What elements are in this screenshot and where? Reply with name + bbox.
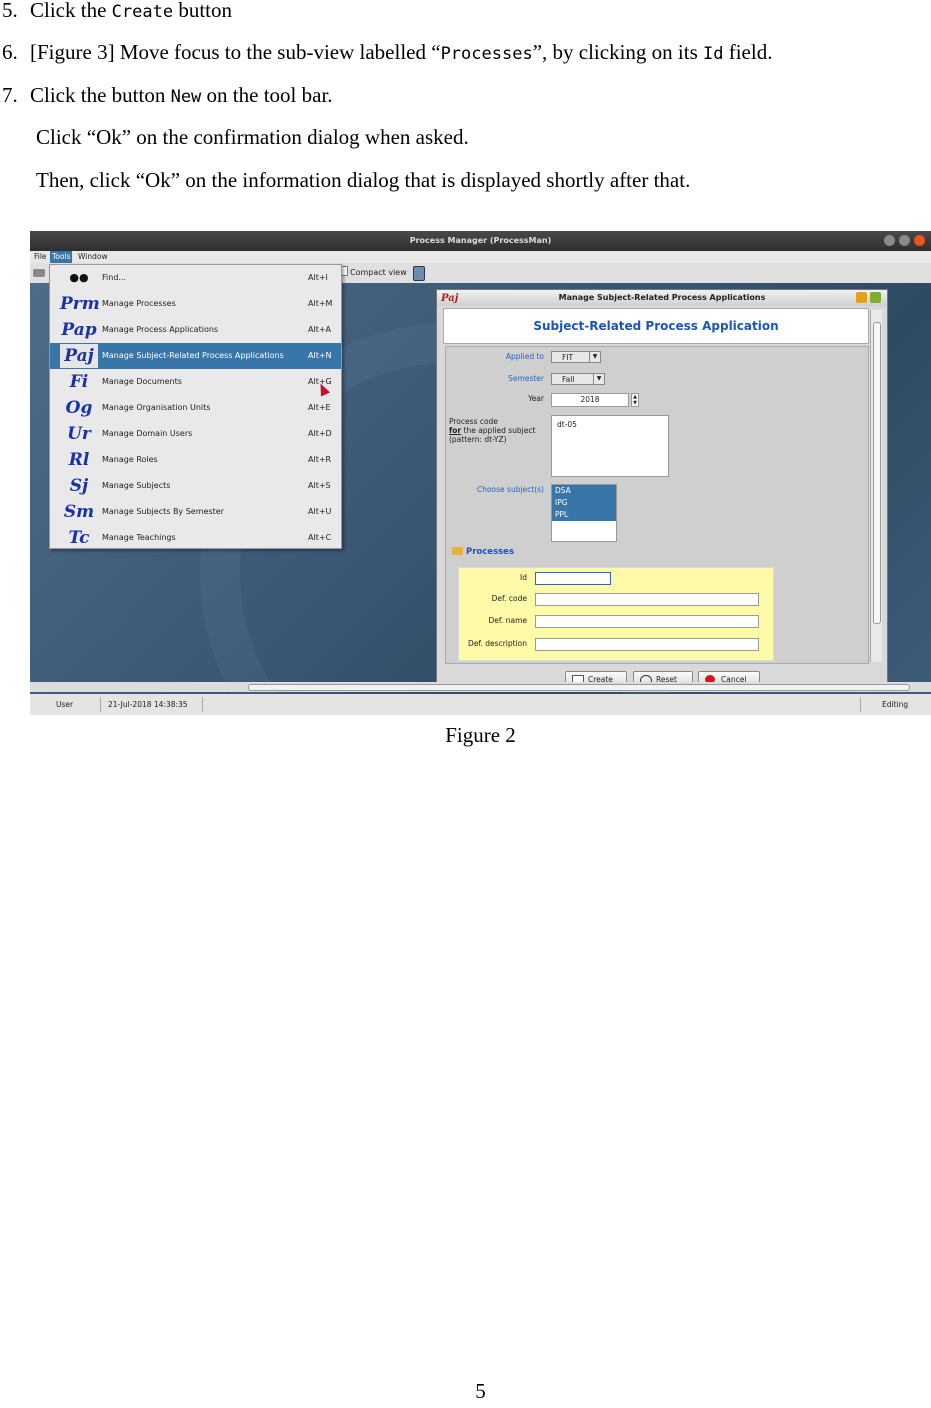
fi-icon: Fi	[69, 372, 89, 392]
def-code-label: Def. code	[491, 594, 527, 603]
figure-caption: Figure 2	[445, 723, 516, 747]
compact-view-toggle[interactable]: Compact view	[338, 266, 407, 280]
ur-icon: Ur	[67, 424, 91, 444]
status-bar: User 21-Jul-2018 14:38:35 Editing	[30, 694, 931, 715]
year-field[interactable]: 2018	[551, 393, 629, 407]
window-titlebar: Process Manager (ProcessMan)	[30, 231, 931, 251]
status-mode: Editing	[882, 700, 909, 709]
dialog-manage-subject-related-process-applications: Paj Manage Subject-Related Process Appli…	[436, 289, 888, 691]
dialog-title: Manage Subject-Related Process Applicati…	[558, 293, 766, 302]
menu-item-manage-documents[interactable]: Fi Manage Documents Alt+G	[50, 369, 341, 395]
menu-item-manage-subjects[interactable]: Sj Manage Subjects Alt+S	[50, 473, 341, 499]
def-description-field[interactable]	[535, 638, 759, 651]
form-heading: Subject-Related Process Application	[443, 308, 869, 344]
sj-icon: Sj	[69, 476, 89, 496]
paj-icon: Paj	[60, 344, 98, 368]
process-code-textarea[interactable]: dt-05	[551, 415, 669, 477]
menu-item-manage-organisation-units[interactable]: Og Manage Organisation Units Alt+E	[50, 395, 341, 421]
menu-item-manage-subject-related-process-applications[interactable]: Paj Manage Subject-Related Process Appli…	[50, 343, 341, 369]
notebook-icon[interactable]	[413, 266, 425, 281]
list-item[interactable]: IPG	[552, 497, 616, 509]
minimize-icon[interactable]	[884, 235, 895, 246]
def-code-field[interactable]	[535, 593, 759, 606]
status-user: User	[56, 700, 74, 709]
sm-icon: Sm	[63, 502, 95, 522]
id-field[interactable]	[535, 572, 611, 585]
pap-icon: Pap	[61, 320, 97, 340]
code-new: New	[170, 87, 202, 107]
def-description-label: Def. description	[468, 639, 527, 648]
tools-dropdown-menu: ●● Find... Alt+I Prm Manage Processes Al…	[49, 264, 342, 549]
screenshot-figure: Process Manager (ProcessMan) File Tools …	[30, 231, 931, 715]
window-title: Process Manager (ProcessMan)	[409, 236, 552, 245]
dialog-logo-icon: Paj	[441, 293, 459, 304]
choose-subjects-label: Choose subject(s)	[476, 485, 544, 494]
menu-item-manage-domain-users[interactable]: Ur Manage Domain Users Alt+D	[50, 421, 341, 447]
def-name-label: Def. name	[488, 616, 527, 625]
status-datetime: 21-Jul-2018 14:38:35	[108, 700, 188, 709]
menu-file[interactable]: File	[32, 251, 49, 263]
status-divider	[100, 697, 101, 712]
menu-window[interactable]: Window	[76, 251, 110, 263]
subjects-list[interactable]: DSA IPG PPL	[551, 484, 617, 542]
close-icon[interactable]	[914, 235, 925, 246]
menu-item-manage-process-applications[interactable]: Pap Manage Process Applications Alt+A	[50, 317, 341, 343]
list-item[interactable]: PPL	[552, 509, 616, 521]
step-text: Click the Create button	[30, 0, 232, 22]
def-name-field[interactable]	[535, 615, 759, 628]
page-number: 5	[475, 1379, 486, 1403]
dialog-minimize-icon[interactable]	[856, 292, 867, 303]
applied-to-select[interactable]: FIT ▼	[551, 351, 601, 363]
code-processes: Processes	[440, 44, 533, 64]
processes-subview-title[interactable]: Processes	[452, 547, 514, 557]
step-text: Click the button New on the tool bar.	[30, 83, 333, 107]
step-text: [Figure 3] Move focus to the sub-view la…	[30, 40, 773, 64]
horizontal-scrollbar[interactable]	[30, 682, 931, 692]
menu-item-manage-teachings[interactable]: Tc Manage Teachings Alt+C	[50, 525, 341, 551]
folder-icon	[452, 547, 463, 555]
tc-icon: Tc	[68, 528, 90, 548]
form-panel: Applied to FIT ▼ Semester Fall ▼ Year 2018…	[445, 346, 869, 664]
sub-line-confirm: Click “Ok” on the confirmation dialog wh…	[36, 125, 469, 149]
rl-icon: Rl	[68, 450, 90, 470]
process-code-label: Process code for the applied subject (pa…	[449, 417, 536, 444]
menubar: File Tools Window	[30, 251, 931, 263]
semester-select[interactable]: Fall ▼	[551, 373, 605, 385]
menu-tools[interactable]: Tools	[50, 251, 73, 263]
semester-label: Semester	[508, 374, 544, 383]
menu-item-manage-subjects-by-semester[interactable]: Sm Manage Subjects By Semester Alt+U	[50, 499, 341, 525]
code-create: Create	[111, 2, 174, 22]
code-id: Id	[703, 44, 724, 64]
year-spinner-icon[interactable]: ▲ ▼	[631, 393, 639, 407]
dialog-vertical-scrollbar[interactable]	[870, 310, 882, 662]
prm-icon: Prm	[60, 294, 100, 314]
menu-item-manage-processes[interactable]: Prm Manage Processes Alt+M	[50, 291, 341, 317]
scroll-thumb[interactable]	[248, 684, 910, 691]
id-label: Id	[520, 573, 527, 582]
sub-line-info: Then, click “Ok” on the information dial…	[36, 168, 691, 192]
step-number: 7.	[2, 83, 18, 107]
back-icon[interactable]	[33, 269, 45, 277]
step-number: 5.	[2, 0, 18, 22]
step-number: 6.	[2, 40, 18, 64]
maximize-icon[interactable]	[899, 235, 910, 246]
year-label: Year	[528, 394, 544, 403]
chevron-down-icon: ▼	[589, 352, 600, 362]
list-item[interactable]: DSA	[552, 485, 616, 497]
menu-item-find[interactable]: ●● Find... Alt+I	[50, 265, 341, 291]
og-icon: Og	[65, 398, 93, 418]
status-divider	[202, 697, 203, 712]
status-divider	[860, 697, 861, 712]
dialog-titlebar: Paj Manage Subject-Related Process Appli…	[437, 290, 887, 306]
chevron-down-icon: ▼	[593, 374, 604, 384]
binoculars-icon: ●●	[69, 271, 89, 284]
menu-item-manage-roles[interactable]: Rl Manage Roles Alt+R	[50, 447, 341, 473]
applied-to-label: Applied to	[505, 352, 544, 361]
dialog-maximize-icon[interactable]	[870, 292, 881, 303]
processes-subview: Id Def. code Def. name Def. description	[458, 567, 774, 661]
scroll-thumb[interactable]	[873, 322, 881, 624]
